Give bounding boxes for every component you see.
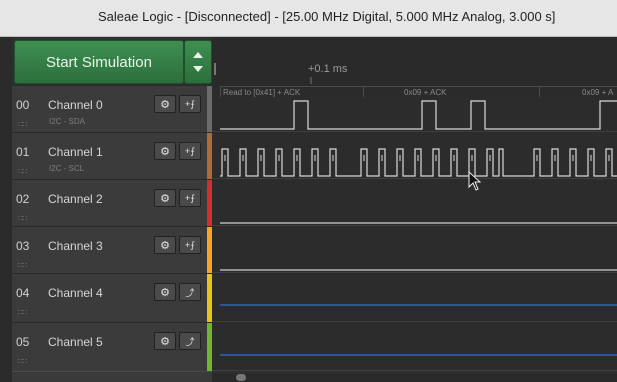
- title-bar: Saleae Logic - [Disconnected] - [25.00 M…: [0, 0, 617, 37]
- arrow-up-icon: [193, 52, 203, 58]
- channel-number: 05: [16, 335, 30, 349]
- channel-row-1[interactable]: 01 ∷∷ Channel 1 I2C - SCL ⚙ +⨍: [12, 132, 212, 180]
- mouse-pointer-icon: [468, 171, 482, 191]
- channel-number: 03: [16, 239, 30, 253]
- channel-number: 00: [16, 98, 30, 112]
- gear-icon: ⚙: [160, 192, 170, 205]
- channel-settings-button[interactable]: ⚙: [154, 189, 176, 207]
- channel-row-0[interactable]: 00 ∷∷ Channel 0 I2C - SDA ⚙ +⨍: [12, 85, 212, 133]
- start-area: Start Simulation: [12, 37, 212, 85]
- channel-row-3[interactable]: 03 ∷∷ Channel 3 ⚙ +⨍: [12, 226, 212, 274]
- drag-handle-icon[interactable]: ∷∷: [18, 120, 27, 129]
- window-title: Saleae Logic - [Disconnected] - [25.00 M…: [98, 9, 556, 24]
- channel-settings-button[interactable]: ⚙: [154, 95, 176, 113]
- edge-trigger-icon: +⨍: [185, 239, 195, 250]
- horizontal-scrollbar[interactable]: [212, 373, 617, 382]
- channel-name[interactable]: Channel 4: [48, 286, 103, 300]
- channel-row-4[interactable]: 04 ∷∷ Channel 4 ⚙ ⤴: [12, 273, 212, 323]
- channel-settings-button[interactable]: ⚙: [154, 236, 176, 254]
- drag-handle-icon[interactable]: ∷∷: [18, 167, 27, 176]
- waveform-channel-0: [220, 100, 617, 130]
- channel-settings-button[interactable]: ⚙: [154, 142, 176, 160]
- start-simulation-button[interactable]: Start Simulation: [14, 40, 184, 84]
- start-simulation-label: Start Simulation: [46, 53, 152, 71]
- channel-name[interactable]: Channel 1: [48, 145, 103, 159]
- channel-analyzer-label: I2C - SDA: [49, 117, 86, 126]
- trigger-button[interactable]: ⤴: [179, 283, 201, 301]
- gear-icon: ⚙: [160, 286, 170, 299]
- gear-icon: ⚙: [160, 98, 170, 111]
- channel-name[interactable]: Channel 2: [48, 192, 103, 206]
- channel-settings-button[interactable]: ⚙: [154, 332, 176, 350]
- scroll-thumb[interactable]: [236, 374, 246, 381]
- channel-number: 04: [16, 286, 30, 300]
- gear-icon: ⚙: [160, 335, 170, 348]
- waveform-area[interactable]: +0.1 ms Read to [0x41] + ACK 0x09 + ACK …: [212, 37, 617, 382]
- channel-name[interactable]: Channel 5: [48, 335, 103, 349]
- channel-name[interactable]: Channel 3: [48, 239, 103, 253]
- channel-row-2[interactable]: 02 ∷∷ Channel 2 ⚙ +⨍: [12, 179, 212, 227]
- channel-number: 01: [16, 145, 30, 159]
- waveform-svg: [220, 77, 617, 356]
- start-options-button[interactable]: [184, 40, 212, 84]
- trigger-button[interactable]: +⨍: [179, 95, 201, 113]
- trigger-button[interactable]: ⤴: [179, 332, 201, 350]
- trigger-button[interactable]: +⨍: [179, 189, 201, 207]
- channel-panel: Start Simulation 00 ∷∷ Channel 0 I2C - S…: [12, 37, 212, 382]
- channel-name[interactable]: Channel 0: [48, 98, 103, 112]
- channel-analyzer-label: I2C - SCL: [49, 164, 85, 173]
- gear-icon: ⚙: [160, 145, 170, 158]
- analog-trigger-icon: ⤴: [185, 287, 195, 298]
- trigger-button[interactable]: +⨍: [179, 236, 201, 254]
- channel-number: 02: [16, 192, 30, 206]
- edge-trigger-icon: +⨍: [185, 98, 195, 109]
- trigger-button[interactable]: +⨍: [179, 142, 201, 160]
- drag-handle-icon[interactable]: ∷∷: [18, 357, 27, 366]
- gear-icon: ⚙: [160, 239, 170, 252]
- edge-trigger-icon: +⨍: [185, 192, 195, 203]
- edge-trigger-icon: +⨍: [185, 145, 195, 156]
- drag-handle-icon[interactable]: ∷∷: [18, 214, 27, 223]
- drag-handle-icon[interactable]: ∷∷: [18, 308, 27, 317]
- channel-row-5[interactable]: 05 ∷∷ Channel 5 ⚙ ⤴: [12, 322, 212, 372]
- arrow-down-icon: [193, 66, 203, 72]
- channel-settings-button[interactable]: ⚙: [154, 283, 176, 301]
- waveform-channel-1: [220, 148, 617, 177]
- drag-handle-icon[interactable]: ∷∷: [18, 261, 27, 270]
- analog-trigger-icon: ⤴: [185, 336, 195, 347]
